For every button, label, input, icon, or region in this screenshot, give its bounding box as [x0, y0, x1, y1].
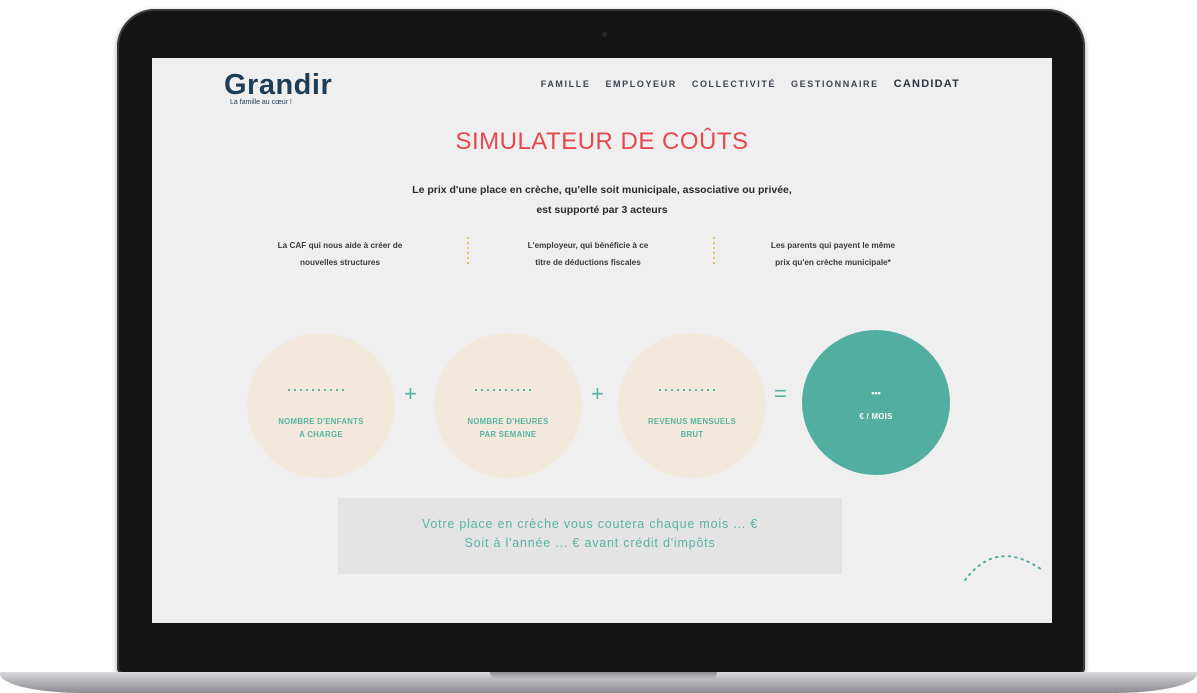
plus-icon: + — [591, 381, 604, 406]
input-hours-label-1: NOMBRE D'HEURES — [467, 417, 549, 426]
input-placeholder-dots — [288, 389, 348, 391]
page-title: SIMULATEUR DE COÛTS — [455, 128, 749, 155]
intro-line-2: est supporté par 3 acteurs — [536, 204, 668, 216]
input-children-label-2: A CHARGE — [299, 430, 343, 439]
nav-collectivite[interactable]: COLLECTIVITÉ — [692, 79, 776, 90]
input-monthly-income[interactable]: REVENUS MENSUELS BRUT — [618, 333, 766, 478]
separator — [713, 237, 715, 267]
separator — [467, 237, 469, 267]
input-income-label-1: REVENUS MENSUELS — [648, 417, 736, 426]
actor-caf-line-1: La CAF qui nous aide à créer de — [277, 241, 403, 250]
summary-monthly: Votre place en crèche vous coutera chaqu… — [421, 517, 759, 531]
input-hours-label: NOMBRE D'HEURES PAR SEMAINE — [434, 415, 582, 441]
result-circle: ••• € / MOIS — [802, 330, 950, 475]
input-hours-label-2: PAR SEMAINE — [479, 430, 537, 439]
input-income-label: REVENUS MENSUELS BRUT — [618, 415, 766, 441]
intro-line-1: Le prix d'une place en crèche, qu'elle s… — [412, 184, 792, 196]
laptop-screen: Grandir La famille au cœur ! FAMILLE EMP… — [152, 58, 1052, 623]
nav-employeur[interactable]: EMPLOYEUR — [605, 79, 676, 90]
actor-employeur: L'employeur, qui bénéficie à ce titre de… — [508, 237, 668, 271]
result-value: ••• — [871, 388, 881, 398]
actor-caf: La CAF qui nous aide à créer de nouvelle… — [260, 237, 420, 271]
actor-caf-line-2: nouvelles structures — [299, 258, 381, 267]
result-unit: € / MOIS — [859, 412, 893, 421]
summary-yearly: Soit à l'année ... € avant crédit d'impô… — [464, 536, 716, 550]
input-placeholder-dots — [475, 389, 535, 391]
actor-parents-line-1: Les parents qui payent le même — [770, 241, 896, 250]
actor-employeur-line-1: L'employeur, qui bénéficie à ce — [527, 241, 649, 250]
site-logo[interactable]: Grandir La famille au cœur ! — [224, 69, 332, 106]
actor-parents-line-2: prix qu'en crèche municipale* — [775, 258, 891, 267]
decorative-dotted-arc — [964, 555, 1043, 581]
actor-parents: Les parents qui payent le même prix qu'e… — [753, 237, 913, 271]
nav-candidat[interactable]: CANDIDAT — [894, 78, 960, 90]
intro-text: Le prix d'une place en crèche, qu'elle s… — [152, 180, 1052, 220]
nav-gestionnaire[interactable]: GESTIONNAIRE — [791, 79, 879, 90]
nav-famille[interactable]: FAMILLE — [541, 79, 591, 90]
input-income-label-2: BRUT — [680, 430, 704, 439]
input-children-label: NOMBRE D'ENFANTS A CHARGE — [247, 415, 395, 441]
actor-employeur-line-2: titre de déductions fiscales — [535, 258, 641, 267]
input-children-label-1: NOMBRE D'ENFANTS — [278, 417, 364, 426]
input-placeholder-dots — [659, 389, 719, 391]
camera-icon — [602, 32, 607, 37]
input-hours-per-week[interactable]: NOMBRE D'HEURES PAR SEMAINE — [434, 333, 582, 478]
laptop-notch — [490, 672, 717, 679]
summary-box: Votre place en crèche vous coutera chaqu… — [338, 498, 842, 574]
main-nav: FAMILLE EMPLOYEUR COLLECTIVITÉ GESTIONNA… — [541, 78, 960, 90]
plus-icon: + — [404, 381, 417, 406]
equals-icon: = — [774, 381, 787, 406]
input-children-count[interactable]: NOMBRE D'ENFANTS A CHARGE — [247, 333, 395, 478]
logo-text: Grandir — [224, 69, 333, 101]
